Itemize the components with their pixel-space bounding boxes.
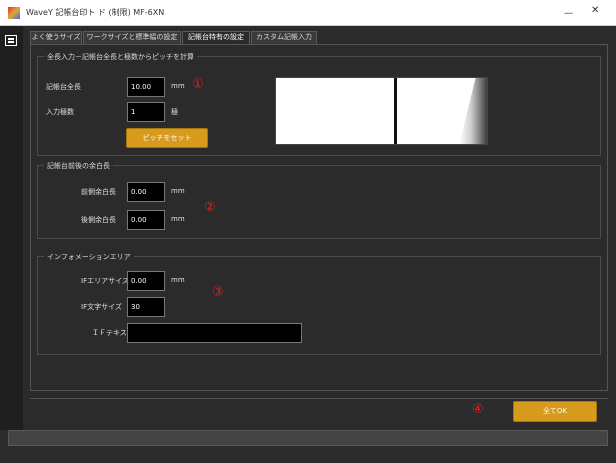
pole-count-unit: 極 [171, 108, 178, 116]
if-font-size-label: IF文字サイズ [81, 303, 122, 311]
pole-count-label: 入力極数 [46, 108, 74, 116]
all-ok-button[interactable]: 全てOK [513, 401, 597, 422]
app-logo-icon [8, 7, 20, 19]
set-pitch-button[interactable]: ピッチをセット [126, 128, 208, 148]
if-text-input[interactable] [127, 323, 302, 343]
title-bar: WaveY 記帳台印ト ド (制限) MF-6XN ᅳ ✕ [0, 0, 616, 26]
back-margin-label: 後側余白長 [81, 216, 116, 224]
status-bar [8, 430, 608, 446]
if-area-size-label: IFエリアサイズ [81, 277, 129, 285]
board-length-label: 記帳台全長 [46, 83, 81, 91]
pole-count-input[interactable]: 1 [127, 102, 165, 122]
front-margin-input[interactable]: 0.00 [127, 182, 165, 202]
tab-custom-input[interactable]: カスタム記帳入力 [251, 31, 317, 44]
tab-board-specific-settings[interactable]: 記帳台特有の設定 [182, 31, 250, 45]
board-preview [275, 77, 488, 145]
if-area-size-unit: mm [171, 276, 185, 284]
preview-shade [459, 78, 487, 144]
footer-separator [30, 398, 608, 399]
marker-3: ③ [212, 285, 224, 300]
marker-4: ④ [472, 402, 484, 417]
if-font-size-input[interactable]: 30 [127, 297, 165, 317]
length-group-legend: 全長入力－記帳台全長と極数からピッチを計算 [44, 52, 197, 62]
close-icon[interactable]: ✕ [591, 5, 599, 16]
front-margin-label: 前側余白長 [81, 188, 116, 196]
tab-common-sizes[interactable]: よく使うサイズ [30, 31, 82, 44]
side-rail [0, 26, 23, 430]
board-length-unit: mm [171, 82, 185, 90]
marker-1: ① [192, 77, 204, 92]
window-title: WaveY 記帳台印ト ド (制限) MF-6XN [26, 8, 165, 17]
margin-group: 記帳台前後の余白長 [37, 161, 601, 239]
minimize-icon[interactable]: ᅳ [564, 5, 573, 20]
board-length-input[interactable]: 10.00 [127, 77, 165, 97]
preview-divider [394, 78, 397, 144]
margin-group-legend: 記帳台前後の余白長 [44, 161, 113, 171]
menu-icon[interactable] [5, 35, 17, 46]
tab-work-size-settings[interactable]: ワークサイズと標準幅の設定 [83, 31, 181, 44]
marker-2: ② [204, 200, 216, 215]
back-margin-unit: mm [171, 215, 185, 223]
back-margin-input[interactable]: 0.00 [127, 210, 165, 230]
if-area-size-input[interactable]: 0.00 [127, 271, 165, 291]
info-area-legend: インフォメーションエリア [44, 252, 134, 262]
front-margin-unit: mm [171, 187, 185, 195]
